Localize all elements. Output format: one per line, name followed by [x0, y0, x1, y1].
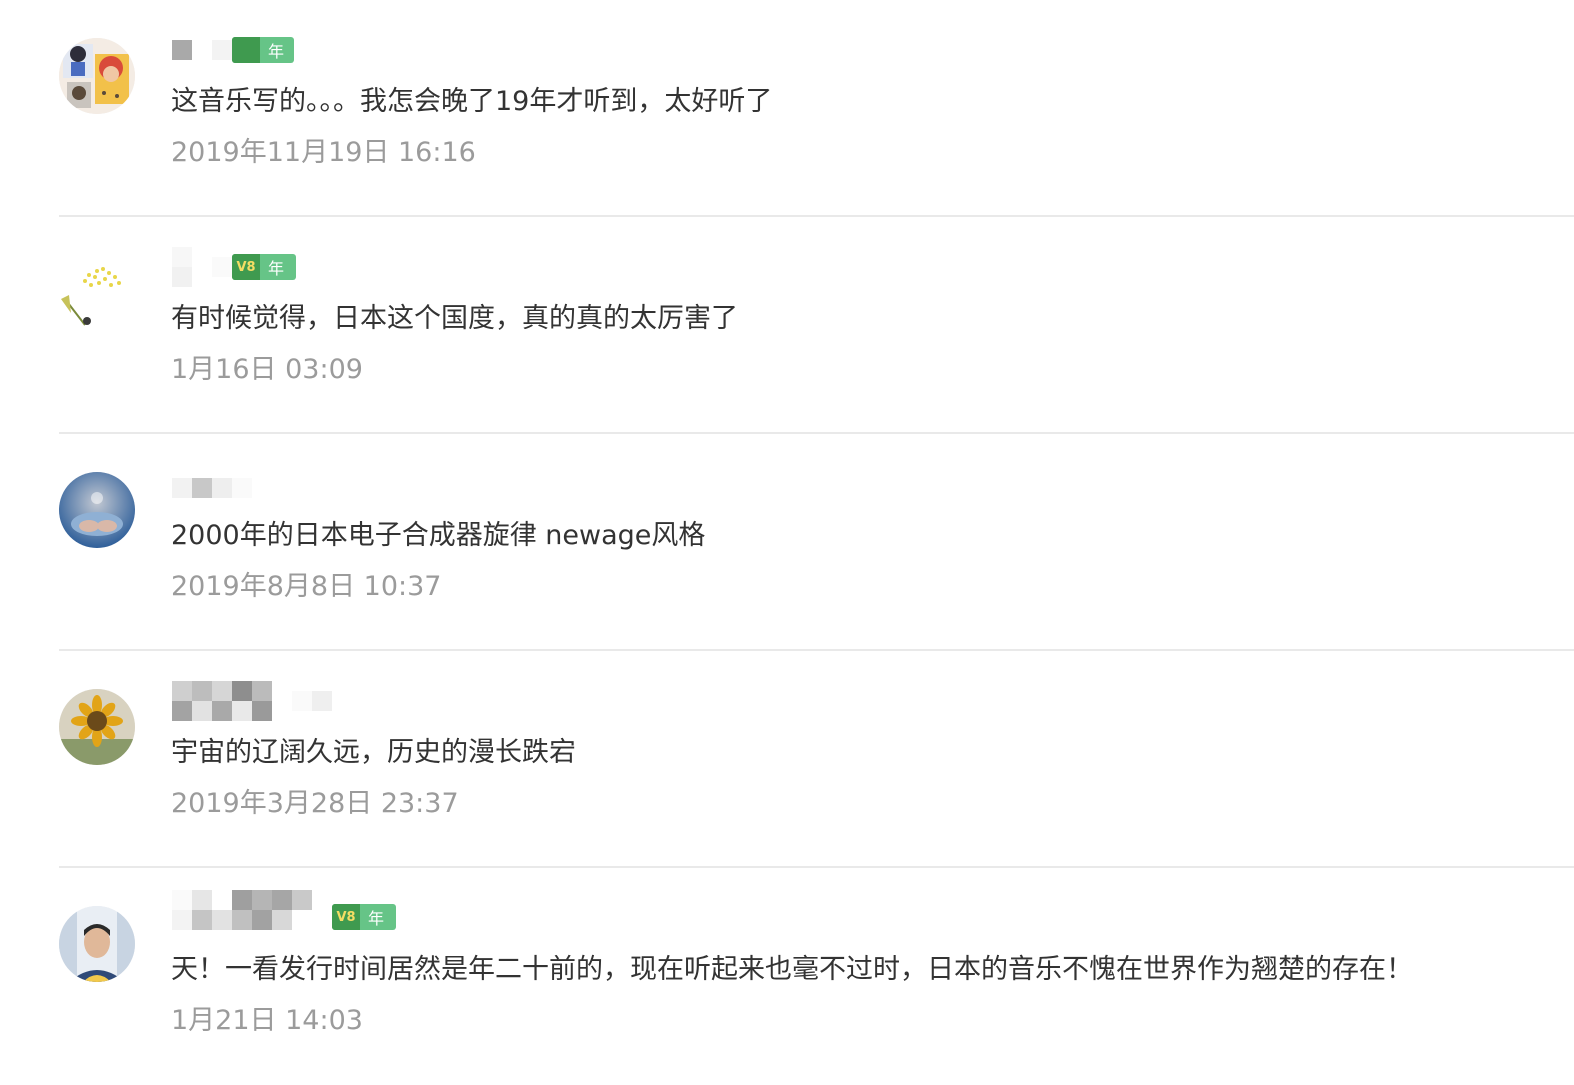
pixelated-name-block: [172, 40, 192, 60]
pixelated-name-block: [192, 257, 212, 277]
comment-time: 2019年3月28日 23:37: [171, 788, 459, 819]
pixelated-name-block: [272, 890, 292, 910]
user-name[interactable]: [172, 890, 312, 930]
dandelion-avatar-icon[interactable]: [59, 255, 135, 331]
pixelated-name-block: [212, 890, 232, 910]
badge-flag-icon: [232, 37, 260, 63]
user-name[interactable]: [172, 247, 232, 287]
badge-year-label: 年: [268, 42, 285, 61]
pixelated-name-block: [292, 890, 312, 910]
pixelated-name-block: [312, 691, 332, 711]
comment-item: 宇宙的辽阔久远，历史的漫长跌宕 2019年3月28日 23:37: [0, 651, 1574, 868]
pixelated-name-block: [172, 681, 192, 701]
pixelated-name-block: [232, 478, 252, 498]
pixelated-name-block: [292, 691, 312, 711]
pixelated-name-block: [212, 681, 232, 701]
pixelated-name-block: [212, 40, 232, 60]
pixelated-name-block: [212, 701, 232, 721]
comment-content: 天！一看发行时间居然是年二十前的，现在听起来也毫不过时，日本的音乐不愧在世界作为…: [171, 954, 1413, 985]
user-name[interactable]: [172, 40, 232, 60]
hands-avatar-icon[interactable]: [59, 472, 135, 548]
comment-content: 这音乐写的。。。我怎会晚了19年才听到，太好听了: [171, 86, 773, 117]
comment-content: 2000年的日本电子合成器旋律 newage风格: [171, 520, 706, 551]
pixelated-name-block: [192, 681, 212, 701]
sunflower-avatar-icon[interactable]: [59, 689, 135, 765]
comment-list: 年 这音乐写的。。。我怎会晚了19年才听到，太好听了 2019年11月19日 1…: [0, 0, 1574, 1040]
comment-item: V8 年 天！一看发行时间居然是年二十前的，现在听起来也毫不过时，日本的音乐不愧…: [0, 868, 1574, 1085]
comment-item: 年 这音乐写的。。。我怎会晚了19年才听到，太好听了 2019年11月19日 1…: [0, 0, 1574, 217]
vip-year-badge[interactable]: V8 年: [332, 904, 396, 930]
comment-content: 有时候觉得，日本这个国度，真的真的太厉害了: [171, 303, 738, 334]
comment-time: 1月16日 03:09: [171, 354, 363, 385]
pixelated-name-block: [192, 701, 212, 721]
user-name-row: [172, 474, 252, 502]
person-avatar-icon[interactable]: [59, 906, 135, 982]
comment-time: 1月21日 14:03: [171, 1005, 363, 1036]
pixelated-name-block: [292, 910, 312, 930]
user-name[interactable]: [172, 478, 252, 498]
pixelated-name-block: [172, 478, 192, 498]
collage-avatar-icon[interactable]: [59, 38, 135, 114]
user-name-row: V8 年: [172, 247, 296, 287]
pixelated-name-block: [252, 681, 272, 701]
pixelated-name-block: [172, 267, 192, 287]
pixelated-name-block: [192, 478, 212, 498]
pixelated-name-block: [172, 890, 192, 910]
badge-year-label: 年: [368, 909, 385, 928]
comment-time: 2019年11月19日 16:16: [171, 137, 476, 168]
pixelated-name-block: [232, 701, 252, 721]
badge-flag-icon: V8: [232, 254, 260, 280]
pixelated-name-block: [172, 247, 192, 267]
comment-item: 2000年的日本电子合成器旋律 newage风格 2019年8月8日 10:37: [0, 434, 1574, 651]
comment-time: 2019年8月8日 10:37: [171, 571, 442, 602]
badge-flag-icon: V8: [332, 904, 360, 930]
vip-year-badge[interactable]: V8 年: [232, 254, 296, 280]
pixelated-name-block: [232, 890, 252, 910]
pixelated-name-block: [172, 910, 192, 930]
pixelated-name-block: [272, 691, 292, 711]
pixelated-name-block: [192, 40, 212, 60]
user-name-row: 年: [172, 36, 294, 64]
pixelated-name-block: [212, 478, 232, 498]
badge-year-label: 年: [268, 259, 285, 278]
pixelated-name-block: [272, 910, 292, 930]
comment-item: V8 年 有时候觉得，日本这个国度，真的真的太厉害了 1月16日 03:09: [0, 217, 1574, 434]
pixelated-name-block: [232, 681, 252, 701]
pixelated-name-block: [252, 890, 272, 910]
pixelated-name-block: [192, 910, 212, 930]
pixelated-name-block: [232, 910, 252, 930]
pixelated-name-block: [252, 701, 272, 721]
user-name-row: V8 年: [172, 890, 396, 930]
vip-year-badge[interactable]: 年: [232, 37, 294, 63]
pixelated-name-block: [212, 910, 232, 930]
user-name-row: [172, 681, 332, 721]
comment-content: 宇宙的辽阔久远，历史的漫长跌宕: [171, 737, 576, 768]
user-name[interactable]: [172, 681, 332, 721]
pixelated-name-block: [192, 890, 212, 910]
pixelated-name-block: [172, 701, 192, 721]
pixelated-name-block: [212, 257, 232, 277]
pixelated-name-block: [252, 910, 272, 930]
